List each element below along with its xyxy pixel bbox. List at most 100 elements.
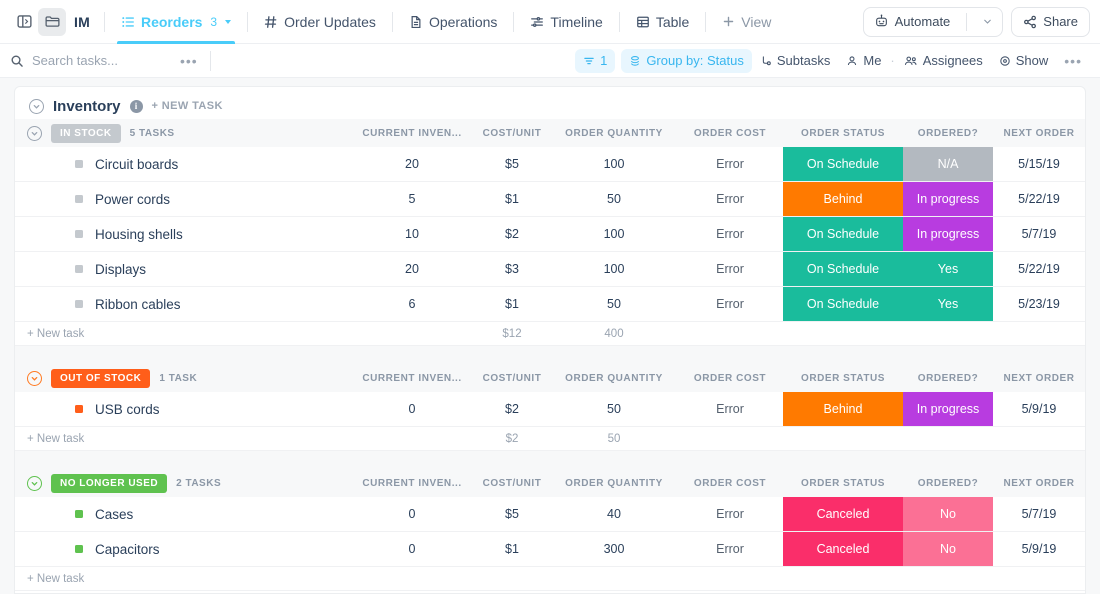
- add-view-button[interactable]: View: [710, 0, 783, 44]
- cell-cost-unit[interactable]: $5: [473, 497, 551, 531]
- table-row[interactable]: Capacitors0$1300ErrorCanceledNo5/9/19: [15, 532, 1085, 567]
- cell-order-quantity[interactable]: 50: [551, 392, 677, 426]
- folder-icon[interactable]: [38, 8, 66, 36]
- group-by-button[interactable]: Group by: Status: [621, 49, 752, 73]
- cell-order-status[interactable]: On Schedule: [783, 217, 903, 251]
- table-row[interactable]: Cases0$540ErrorCanceledNo5/7/19: [15, 497, 1085, 532]
- cell-ordered[interactable]: Yes: [903, 287, 993, 321]
- cell-ordered[interactable]: No: [903, 532, 993, 566]
- cell-order-cost[interactable]: Error: [677, 252, 783, 286]
- cell-next-order[interactable]: 5/7/19: [993, 217, 1085, 251]
- search-input[interactable]: [32, 53, 162, 68]
- cell-order-cost[interactable]: Error: [677, 217, 783, 251]
- share-button[interactable]: Share: [1011, 7, 1090, 37]
- task-name-cell[interactable]: Power cords: [15, 182, 351, 216]
- cell-cost-unit[interactable]: $2: [473, 392, 551, 426]
- task-name-cell[interactable]: Housing shells: [15, 217, 351, 251]
- cell-current-inventory[interactable]: 20: [351, 147, 473, 181]
- automate-button[interactable]: Automate: [863, 7, 1004, 37]
- cell-ordered[interactable]: No: [903, 497, 993, 531]
- add-task-button[interactable]: + New task: [15, 573, 351, 585]
- cell-current-inventory[interactable]: 0: [351, 497, 473, 531]
- task-name-cell[interactable]: Displays: [15, 252, 351, 286]
- table-row[interactable]: Displays20$3100ErrorOn ScheduleYes5/22/1…: [15, 252, 1085, 287]
- cell-cost-unit[interactable]: $1: [473, 532, 551, 566]
- table-row[interactable]: Ribbon cables6$150ErrorOn ScheduleYes5/2…: [15, 287, 1085, 322]
- tab-reorders[interactable]: Reorders 3: [109, 0, 243, 44]
- cell-order-cost[interactable]: Error: [677, 532, 783, 566]
- column-header-next-order[interactable]: NEXT ORDER: [993, 128, 1085, 139]
- cell-order-quantity[interactable]: 40: [551, 497, 677, 531]
- filter-button[interactable]: 1: [575, 49, 615, 73]
- cell-order-cost[interactable]: Error: [677, 147, 783, 181]
- group-status-badge[interactable]: NO LONGER USED: [51, 474, 167, 493]
- column-header-ordered[interactable]: ORDERED?: [903, 373, 993, 384]
- cell-current-inventory[interactable]: 20: [351, 252, 473, 286]
- cell-order-quantity[interactable]: 50: [551, 182, 677, 216]
- cell-next-order[interactable]: 5/7/19: [993, 497, 1085, 531]
- info-icon[interactable]: i: [130, 100, 143, 113]
- column-header-order-quantity[interactable]: ORDER QUANTITY: [551, 128, 677, 139]
- cell-ordered[interactable]: In progress: [903, 182, 993, 216]
- subtasks-button[interactable]: Subtasks: [752, 49, 838, 73]
- cell-next-order[interactable]: 5/22/19: [993, 252, 1085, 286]
- column-header-order-cost[interactable]: ORDER COST: [677, 373, 783, 384]
- add-task-button[interactable]: + New task: [15, 433, 351, 445]
- cell-current-inventory[interactable]: 10: [351, 217, 473, 251]
- column-header-order-quantity[interactable]: ORDER QUANTITY: [551, 478, 677, 489]
- column-header-current-inventory[interactable]: CURRENT INVEN...: [351, 128, 473, 139]
- collapse-group-icon[interactable]: [27, 476, 42, 491]
- chevron-down-icon[interactable]: [225, 20, 231, 24]
- table-row[interactable]: Circuit boards20$5100ErrorOn ScheduleN/A…: [15, 147, 1085, 182]
- add-task-button[interactable]: + New task: [15, 328, 351, 340]
- group-status-badge[interactable]: OUT OF STOCK: [51, 369, 150, 388]
- cell-cost-unit[interactable]: $1: [473, 182, 551, 216]
- column-header-next-order[interactable]: NEXT ORDER: [993, 373, 1085, 384]
- cell-ordered[interactable]: In progress: [903, 217, 993, 251]
- tab-timeline[interactable]: Timeline: [518, 0, 614, 44]
- cell-current-inventory[interactable]: 5: [351, 182, 473, 216]
- tab-operations[interactable]: Operations: [397, 0, 509, 44]
- cell-current-inventory[interactable]: 0: [351, 532, 473, 566]
- column-header-order-cost[interactable]: ORDER COST: [677, 478, 783, 489]
- cell-order-cost[interactable]: Error: [677, 497, 783, 531]
- cell-order-status[interactable]: Canceled: [783, 532, 903, 566]
- cell-next-order[interactable]: 5/22/19: [993, 182, 1085, 216]
- cell-order-quantity[interactable]: 50: [551, 287, 677, 321]
- task-name-cell[interactable]: Ribbon cables: [15, 287, 351, 321]
- tab-table[interactable]: Table: [624, 0, 701, 44]
- show-button[interactable]: Show: [991, 49, 1057, 73]
- cell-next-order[interactable]: 5/9/19: [993, 392, 1085, 426]
- table-row[interactable]: Power cords5$150ErrorBehindIn progress5/…: [15, 182, 1085, 217]
- cell-cost-unit[interactable]: $1: [473, 287, 551, 321]
- cell-order-quantity[interactable]: 100: [551, 147, 677, 181]
- cell-order-status[interactable]: Behind: [783, 392, 903, 426]
- cell-next-order[interactable]: 5/9/19: [993, 532, 1085, 566]
- cell-cost-unit[interactable]: $2: [473, 217, 551, 251]
- cell-order-status[interactable]: Canceled: [783, 497, 903, 531]
- table-row[interactable]: Housing shells10$2100ErrorOn ScheduleIn …: [15, 217, 1085, 252]
- cell-order-quantity[interactable]: 100: [551, 252, 677, 286]
- cell-cost-unit[interactable]: $5: [473, 147, 551, 181]
- collapse-group-icon[interactable]: [27, 126, 42, 141]
- cell-order-cost[interactable]: Error: [677, 182, 783, 216]
- group-status-badge[interactable]: IN STOCK: [51, 124, 121, 143]
- task-name-cell[interactable]: Cases: [15, 497, 351, 531]
- cell-order-cost[interactable]: Error: [677, 287, 783, 321]
- cell-order-status[interactable]: On Schedule: [783, 252, 903, 286]
- task-name-cell[interactable]: USB cords: [15, 392, 351, 426]
- cell-ordered[interactable]: In progress: [903, 392, 993, 426]
- column-header-current-inventory[interactable]: CURRENT INVEN...: [351, 373, 473, 384]
- search-box[interactable]: [10, 53, 180, 68]
- cell-current-inventory[interactable]: 6: [351, 287, 473, 321]
- column-header-ordered[interactable]: ORDERED?: [903, 478, 993, 489]
- column-header-order-status[interactable]: ORDER STATUS: [783, 373, 903, 384]
- column-header-next-order[interactable]: NEXT ORDER: [993, 478, 1085, 489]
- cell-order-quantity[interactable]: 300: [551, 532, 677, 566]
- tab-order-updates[interactable]: Order Updates: [252, 0, 388, 44]
- task-name-cell[interactable]: Capacitors: [15, 532, 351, 566]
- assignees-button[interactable]: Assignees: [896, 49, 991, 73]
- collapse-sheet-icon[interactable]: [29, 99, 44, 114]
- column-header-cost-unit[interactable]: COST/UNIT: [473, 373, 551, 384]
- cell-order-quantity[interactable]: 100: [551, 217, 677, 251]
